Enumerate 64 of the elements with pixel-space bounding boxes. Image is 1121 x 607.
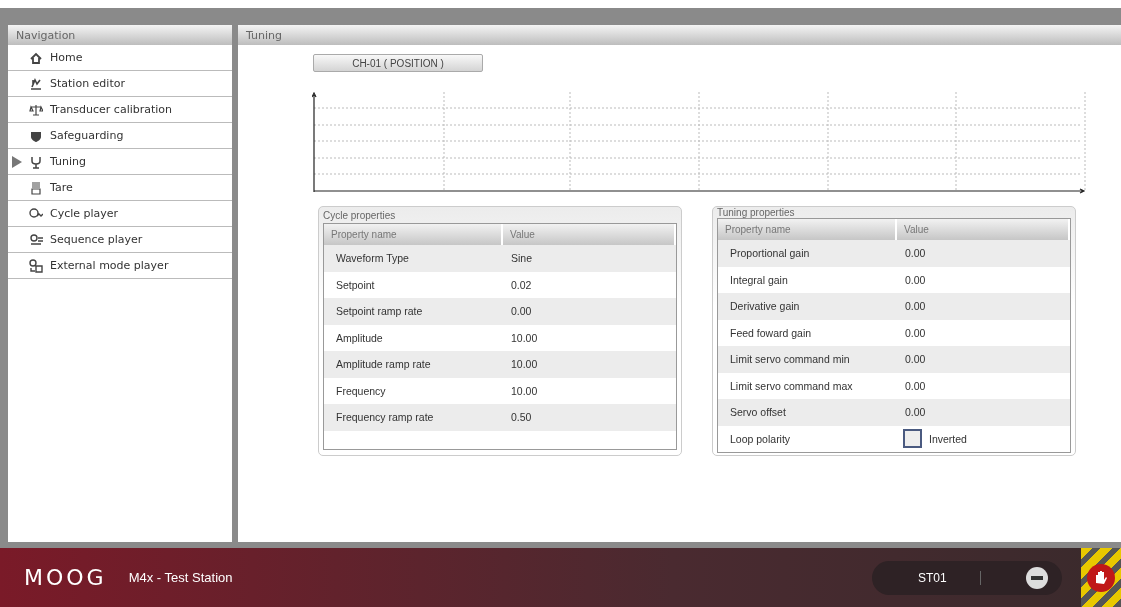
nav-item[interactable]: Safeguarding [8, 123, 232, 149]
checkbox-label: Inverted [929, 432, 967, 445]
nav-label: Tuning [50, 155, 86, 168]
fork-icon [29, 154, 43, 169]
nav-label: Safeguarding [50, 129, 124, 142]
nav-label: Home [50, 51, 83, 64]
property-name: Servo offset [729, 406, 787, 419]
property-value[interactable]: 0.00 [503, 305, 676, 318]
nav-label: Cycle player [50, 207, 119, 220]
nav-label: External mode player [50, 259, 169, 272]
property-name: Loop polarity [729, 432, 792, 445]
nav-item[interactable]: Tare [8, 175, 232, 201]
property-value[interactable]: Sine [503, 252, 676, 265]
logo: MOOG [24, 565, 107, 590]
property-name: Integral gain [729, 273, 789, 286]
property-value[interactable]: 0.00 [897, 300, 1070, 313]
nav-item[interactable]: Tuning [8, 149, 232, 175]
home-icon [29, 50, 43, 65]
nav-item[interactable]: Station editor [8, 71, 232, 97]
nav-label: Transducer calibration [50, 103, 173, 116]
nav-item[interactable]: Home [8, 45, 232, 71]
panel-title: Tuning properties [717, 207, 796, 218]
property-value[interactable]: 0.00 [897, 247, 1070, 260]
property-name: Limit servo command max [729, 379, 854, 392]
station-selector[interactable]: ST01 [872, 560, 1062, 595]
property-value[interactable]: 10.00 [503, 358, 676, 371]
nav-label: Sequence player [50, 233, 143, 246]
panel-title: Cycle properties [323, 208, 397, 223]
property-name: Feed foward gain [729, 326, 813, 339]
nav-item[interactable]: External mode player [8, 253, 232, 279]
scale-icon [29, 102, 43, 117]
property-value[interactable]: 10.00 [503, 331, 676, 344]
property-name: Limit servo command min [729, 353, 851, 366]
nav-item[interactable]: Sequence player [8, 227, 232, 253]
property-value[interactable]: 0.00 [897, 273, 1070, 286]
nav-label: Station editor [50, 77, 125, 90]
property-value[interactable]: 0.02 [503, 278, 676, 291]
property-value[interactable]: 0.00 [897, 406, 1070, 419]
property-value[interactable]: 0.00 [897, 379, 1070, 392]
property-name: Amplitude ramp rate [335, 358, 432, 371]
nav-item[interactable]: Transducer calibration [8, 97, 232, 123]
property-value[interactable]: 0.00 [897, 326, 1070, 339]
nav-label: Tare [50, 181, 73, 194]
property-name: Derivative gain [729, 300, 801, 313]
nav-item[interactable]: Cycle player [8, 201, 232, 227]
hand-icon [1086, 562, 1116, 593]
checkbox[interactable] [903, 429, 922, 449]
property-name: Amplitude [335, 331, 384, 344]
property-name: Frequency ramp rate [335, 411, 435, 424]
minus-icon[interactable] [1025, 565, 1049, 590]
station-name: M4x - Test Station [128, 570, 233, 585]
property-value[interactable]: 0.50 [503, 411, 676, 424]
property-name: Setpoint [335, 278, 376, 291]
property-name: Proportional gain [729, 247, 811, 260]
property-value[interactable]: 0.00 [897, 353, 1070, 366]
panel-header: Navigation [8, 25, 232, 45]
property-name: Waveform Type [335, 252, 410, 265]
channel-button[interactable]: CH-01 ( POSITION ) [313, 54, 483, 72]
emergency-stop-button[interactable] [1081, 548, 1121, 607]
property-name: Setpoint ramp rate [335, 305, 424, 318]
panel-header: Tuning [238, 25, 1121, 45]
station-id: ST01 [918, 570, 981, 585]
property-value[interactable]: 10.00 [503, 384, 676, 397]
property-name: Frequency [335, 384, 387, 397]
